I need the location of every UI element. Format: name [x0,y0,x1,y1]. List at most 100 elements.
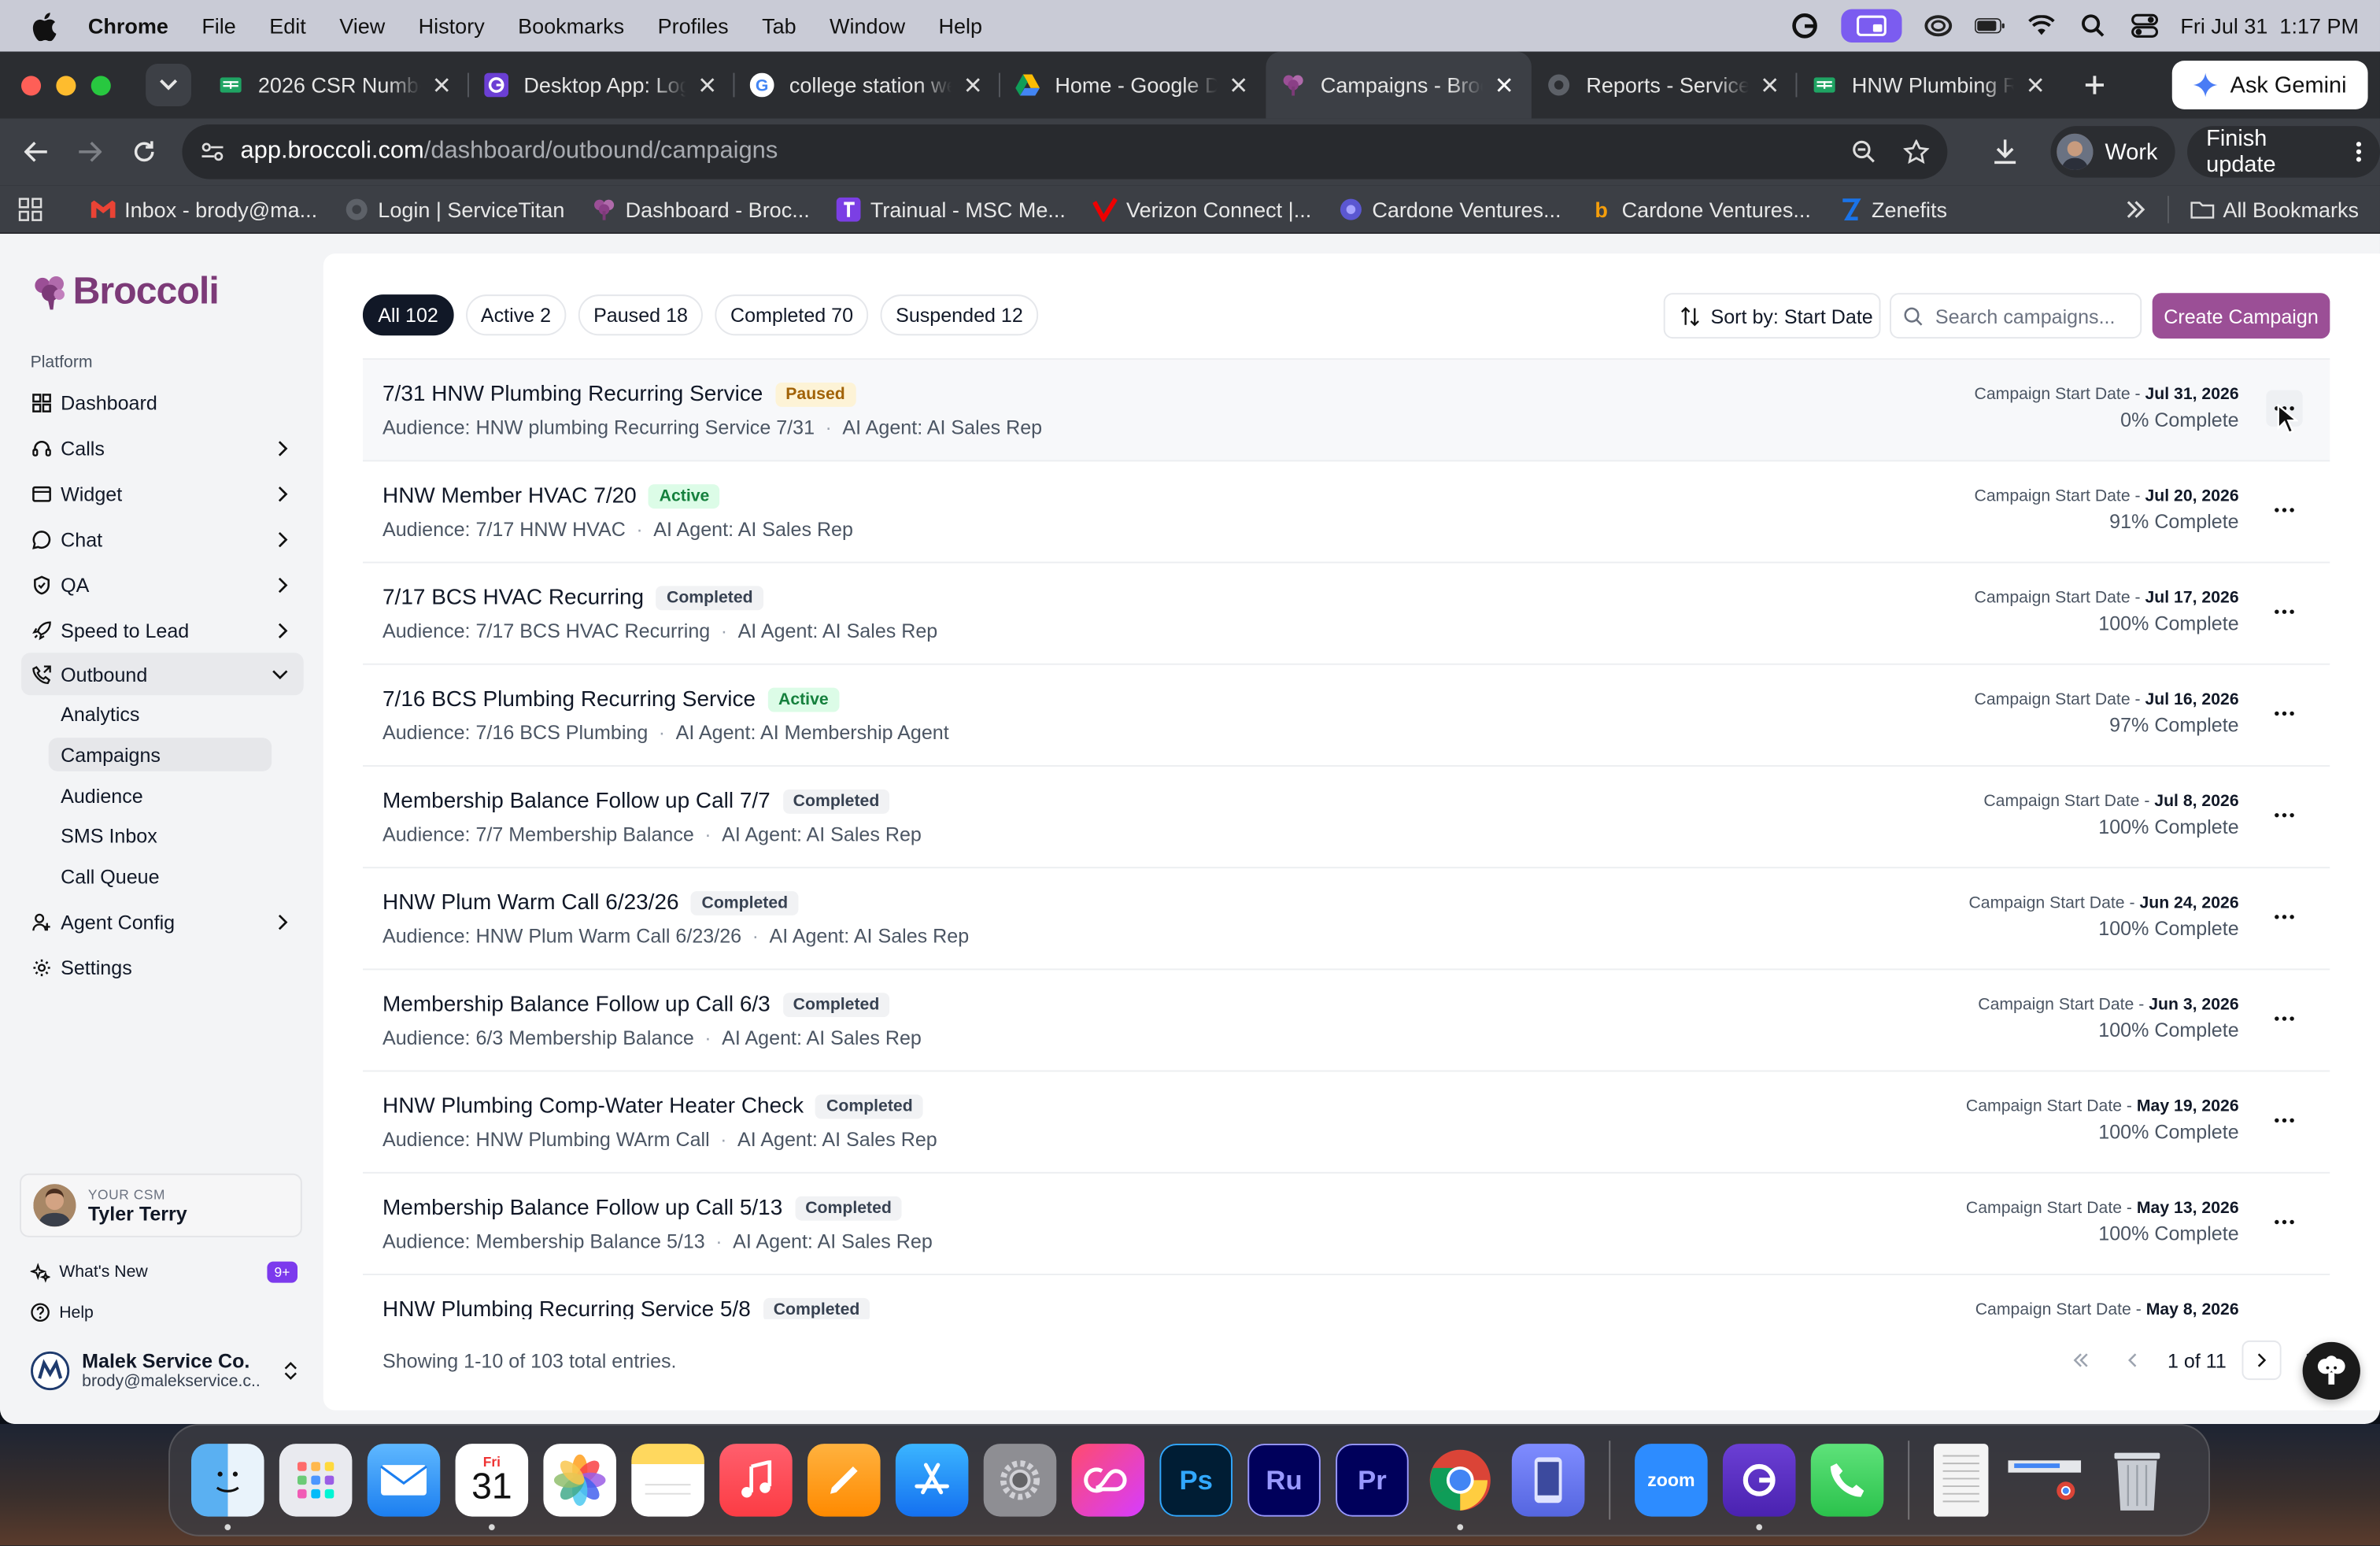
filter-completed[interactable]: Completed 70 [715,294,869,336]
mail-icon[interactable] [367,1444,441,1517]
menu-bookmarks[interactable]: Bookmarks [518,13,624,38]
ask-gemini-button[interactable]: Ask Gemini [2172,61,2368,109]
chrome-icon[interactable] [1424,1444,1497,1530]
campaign-row[interactable]: 7/17 BCS HVAC Recurring Completed Audienc… [362,563,2330,665]
menu-clock[interactable]: Fri Jul 31 1:17 PM [2180,13,2359,38]
row-actions-button[interactable] [2266,797,2302,833]
tab-reports-servicetitan[interactable]: Reports - ServiceTitan [1532,52,1798,119]
tab-campaigns-broccoli[interactable]: Campaigns - Broccoli [1266,51,1532,119]
campaign-row[interactable]: HNW Plum Warm Call 6/23/26 Completed Audi… [362,868,2330,971]
search-field[interactable] [1890,293,2142,339]
campaign-name[interactable]: HNW Plum Warm Call 6/23/26 [382,891,679,915]
spotlight-search-icon[interactable] [2077,12,2108,39]
campaign-row[interactable]: HNW Member HVAC 7/20 Active Audience: 7/1… [362,461,2330,564]
menu-view[interactable]: View [339,13,385,38]
bookmark-trainual[interactable]: Trainual - MSC Me... [823,196,1079,221]
campaign-name[interactable]: HNW Plumbing Comp-Water Heater Check [382,1094,804,1119]
bookmark-servicetitan[interactable]: Login | ServiceTitan [331,197,578,221]
sidebar-item-speed-to-lead[interactable]: Speed to Lead [21,608,304,651]
notes-icon[interactable] [631,1444,704,1517]
close-icon[interactable] [961,73,985,98]
menu-file[interactable]: File [201,13,236,38]
sidebar-subitem-analytics[interactable]: Analytics [49,697,272,730]
bookmark-gmail[interactable]: Inbox - brody@ma... [77,197,331,221]
row-actions-button[interactable] [2266,1102,2302,1138]
sidebar-item-widget[interactable]: Widget [21,472,304,515]
row-actions-button[interactable] [2266,1000,2302,1037]
support-chat-button[interactable] [2302,1341,2360,1400]
phone-icon[interactable] [1810,1444,1884,1517]
site-info-icon[interactable] [201,141,225,162]
sidebar-item-agent-config[interactable]: Agent Config [21,901,304,943]
close-icon[interactable] [430,73,454,98]
profile-button[interactable]: Work [2050,126,2176,178]
zoom-window-button[interactable] [91,75,111,95]
whats-new-link[interactable]: What's New 9+ [30,1261,298,1283]
apple-icon[interactable] [0,11,88,41]
rush-icon[interactable]: Ru [1247,1444,1321,1517]
bookmark-cardone-2[interactable]: b Cardone Ventures... [1575,197,1824,221]
bookmark-cardone-1[interactable]: Cardone Ventures... [1325,197,1575,221]
tab-google-drive[interactable]: Home - Google Drive [1000,52,1266,119]
first-page-button[interactable] [2060,1340,2101,1381]
campaign-name[interactable]: 7/31 HNW Plumbing Recurring Service [382,383,763,407]
system-settings-icon[interactable] [983,1444,1057,1517]
pages-icon[interactable] [807,1444,881,1517]
tab-csr-numbers[interactable]: 2026 CSR Numbers [203,52,469,119]
more-bookmarks-icon[interactable] [2124,200,2145,218]
photos-icon[interactable] [543,1444,616,1517]
finish-update-button[interactable]: Finish update [2188,126,2380,178]
sidebar-item-chat[interactable]: Chat [21,518,304,560]
previous-page-button[interactable] [2112,1340,2153,1381]
row-actions-button[interactable] [2266,899,2302,935]
filter-paused[interactable]: Paused 18 [578,294,704,336]
tab-hnw-plumbing[interactable]: HNW Plumbing Recurring [1797,52,2062,119]
back-button[interactable] [9,124,63,179]
creative-cloud-menu-icon[interactable] [1923,12,1953,39]
campaign-row[interactable]: Membership Balance Follow up Call 5/13 Co… [362,1174,2330,1275]
sort-button[interactable]: Sort by: Start Date [1663,293,1881,339]
close-window-button[interactable] [20,75,42,95]
menu-help[interactable]: Help [939,13,983,38]
zoom-icon[interactable]: zoom [1635,1444,1708,1517]
campaign-row[interactable]: HNW Plumbing Recurring Service 5/8 Comple… [363,1275,2330,1319]
campaign-row[interactable]: Membership Balance Follow up Call 7/7 Com… [362,767,2330,869]
campaign-name[interactable]: Membership Balance Follow up Call 7/7 [382,790,771,814]
close-icon[interactable] [1757,73,1782,98]
create-campaign-button[interactable]: Create Campaign [2152,293,2330,339]
sidebar-subitem-audience[interactable]: Audience [49,779,272,812]
tab-college-station-weather[interactable]: G college station weather [734,52,1000,119]
reload-button[interactable] [116,124,170,179]
document-thumbnail-icon[interactable] [1933,1444,1989,1517]
search-input[interactable] [1935,304,2133,327]
zoom-icon[interactable] [1852,139,1876,164]
music-icon[interactable] [719,1444,793,1517]
filter-all[interactable]: All 102 [362,294,454,336]
campaign-name[interactable]: 7/17 BCS HVAC Recurring [382,586,644,610]
campaign-row[interactable]: Membership Balance Follow up Call 6/3 Com… [362,970,2330,1072]
bookmark-zenefits[interactable]: Zenefits [1824,197,1961,221]
new-tab-button[interactable] [2069,59,2121,111]
all-bookmarks-button[interactable]: All Bookmarks [2190,197,2359,221]
broccoli-logo[interactable]: Broccoli [33,270,220,314]
premiere-icon[interactable]: Pr [1336,1444,1409,1517]
downloads-icon[interactable] [1978,124,2031,179]
minimize-window-button[interactable] [56,75,76,95]
close-icon[interactable] [2023,73,2048,98]
menu-window[interactable]: Window [830,13,905,38]
tab-desktop-app-login[interactable]: Desktop App: Login [469,52,735,119]
campaign-name[interactable]: HNW Plumbing Recurring Service 5/8 [382,1298,751,1319]
menu-app-name[interactable]: Chrome [88,13,168,38]
wifi-icon[interactable] [2026,12,2057,39]
sidebar-item-settings[interactable]: Settings [21,945,304,988]
finder-icon[interactable] [190,1444,264,1530]
sidebar-subitem-call-queue[interactable]: Call Queue [49,860,272,893]
row-actions-button[interactable] [2266,492,2302,528]
campaign-name[interactable]: Membership Balance Follow up Call 5/13 [382,1196,782,1221]
simulator-icon[interactable] [1511,1444,1585,1517]
bookmark-star-icon[interactable] [1903,139,1930,165]
close-icon[interactable] [695,73,719,98]
campaign-name[interactable]: 7/16 BCS Plumbing Recurring Service [382,688,756,712]
chrome-window-thumbnail-icon[interactable] [2004,1444,2086,1517]
close-icon[interactable] [1226,73,1251,98]
